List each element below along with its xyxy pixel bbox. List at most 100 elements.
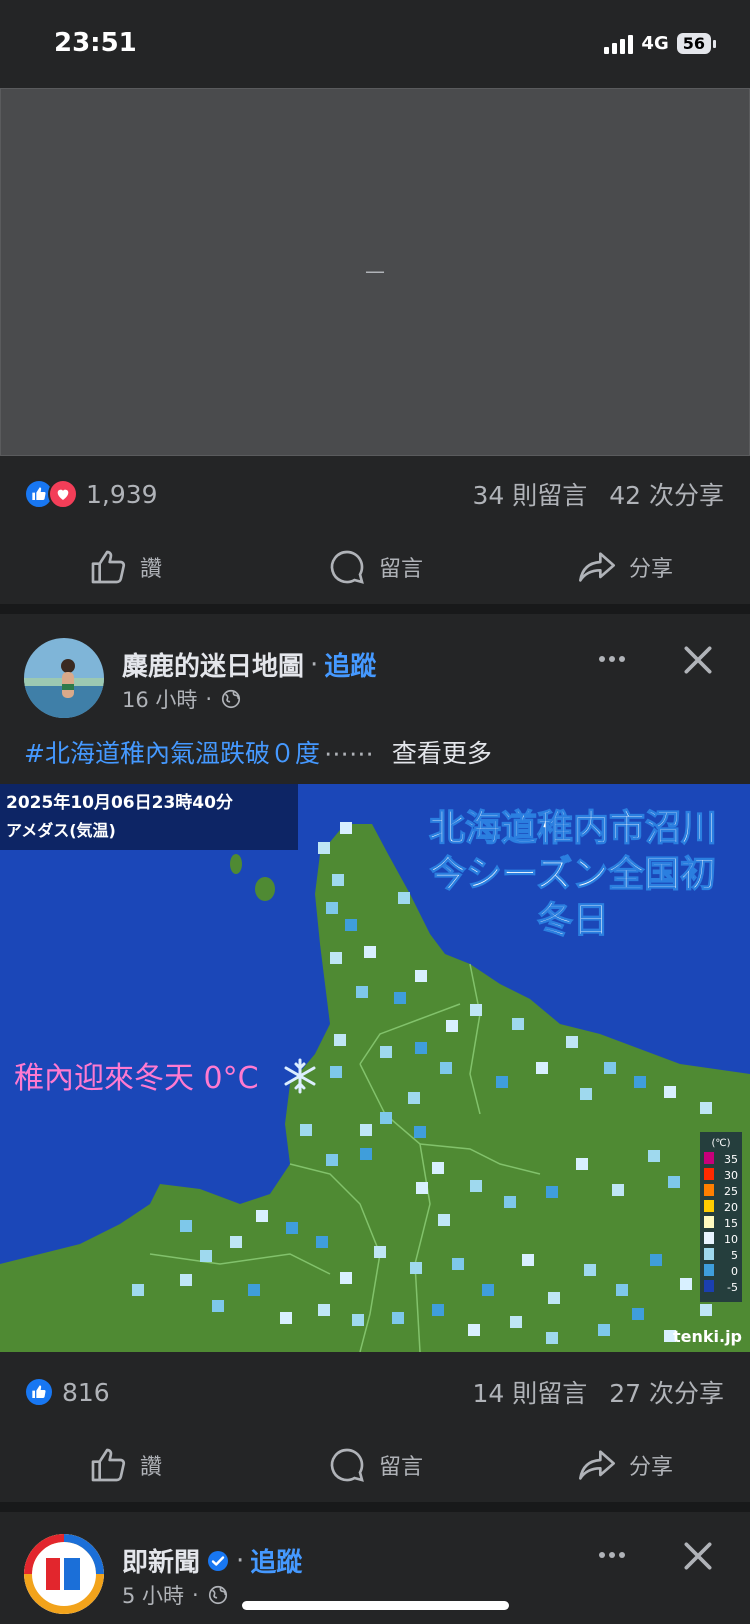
station-marker: [410, 1262, 422, 1274]
post3-author-name[interactable]: 即新聞: [122, 1542, 200, 1579]
station-marker: [300, 1124, 312, 1136]
like-label: 讚: [139, 1455, 162, 1480]
post2-follow-button[interactable]: 追蹤: [324, 646, 376, 683]
station-marker: [392, 1312, 404, 1324]
station-marker: [330, 1066, 342, 1078]
legend-label: 15: [724, 1217, 738, 1230]
post2-meta: 16 小時 ·: [122, 684, 242, 714]
station-marker: [584, 1264, 596, 1276]
map-headline-line-1: 北海道稚内市沼川: [429, 808, 717, 849]
post1-comment-button[interactable]: 留言: [250, 547, 500, 587]
map-headline-line-2: 今シーズン全国初: [430, 853, 716, 895]
station-marker: [360, 1124, 372, 1136]
battery-icon: 56: [676, 33, 716, 54]
globe-icon: [208, 1585, 227, 1605]
comment-label: 留言: [378, 557, 423, 582]
share-label: 分享: [628, 1455, 673, 1480]
post2-reactions[interactable]: 816: [24, 1377, 110, 1407]
post1-share-count[interactable]: 42 次分享: [609, 476, 724, 512]
station-marker: [318, 1304, 330, 1316]
status-indicators: 4G 56: [604, 33, 716, 54]
map-credit: tenki.jp: [673, 1327, 742, 1346]
post2-close-icon[interactable]: [678, 640, 718, 680]
post3-more-options-button[interactable]: [590, 1540, 634, 1570]
thumbs-up-icon: [91, 550, 126, 584]
separator-dot: ·: [236, 1545, 245, 1576]
station-marker: [616, 1284, 628, 1296]
status-bar: 23:51 4G 56: [0, 0, 750, 88]
post1-share-button[interactable]: 分享: [500, 547, 750, 587]
post2-action-row: 讚 留言 分享: [0, 1433, 750, 1497]
post1-reactions[interactable]: 1,939: [24, 479, 158, 509]
legend-swatch: [704, 1168, 714, 1180]
post1-like-button[interactable]: 讚: [0, 547, 250, 587]
post2-share-button[interactable]: 分享: [500, 1445, 750, 1485]
station-marker: [634, 1076, 646, 1088]
post2-avatar[interactable]: [24, 638, 104, 718]
verified-badge-icon: [208, 1550, 229, 1571]
share-icon: [578, 1450, 615, 1480]
post2-see-more-link[interactable]: 查看更多: [392, 739, 492, 768]
love-reaction-icon: [48, 479, 78, 509]
post2-ellipsis: ⋯⋯: [323, 739, 374, 768]
map-headline-line-3: 冬日: [537, 900, 609, 941]
globe-icon: [222, 689, 241, 709]
map-timestamp: 2025年10月06日23時40分: [6, 792, 233, 813]
station-marker: [566, 1036, 578, 1048]
feed-separator: [0, 604, 750, 614]
station-marker: [632, 1308, 644, 1320]
station-marker: [415, 970, 427, 982]
station-marker: [612, 1184, 624, 1196]
station-marker: [668, 1176, 680, 1188]
photo-placeholder-label: —: [365, 259, 385, 283]
post3-meta: 5 小時 ·: [122, 1580, 229, 1610]
post-photo-placeholder[interactable]: —: [0, 88, 750, 456]
post2-comment-button[interactable]: 留言: [250, 1445, 500, 1485]
separator-dot: ·: [310, 649, 319, 680]
station-marker: [212, 1300, 224, 1312]
legend-label: 25: [724, 1185, 738, 1198]
station-marker: [700, 1304, 712, 1316]
feed-separator: [0, 1502, 750, 1512]
station-marker: [512, 1018, 524, 1030]
home-indicator[interactable]: [242, 1601, 509, 1610]
station-marker: [504, 1196, 516, 1208]
post1-reaction-row: 1,939 34 則留言 42 次分享: [24, 474, 724, 514]
station-marker: [200, 1250, 212, 1262]
comment-label: 留言: [378, 1455, 423, 1480]
post3-avatar[interactable]: [24, 1534, 104, 1614]
separator-dot: ·: [205, 687, 213, 711]
station-marker: [510, 1316, 522, 1328]
station-marker: [326, 1154, 338, 1166]
station-marker: [318, 842, 330, 854]
post2-like-button[interactable]: 讚: [0, 1445, 250, 1485]
legend-swatch: [704, 1200, 714, 1212]
legend-swatch: [704, 1264, 714, 1276]
post2-hashtag[interactable]: #北海道稚內氣溫跌破０度: [24, 739, 320, 768]
post2-comment-count[interactable]: 14 則留言: [472, 1374, 587, 1410]
station-marker: [580, 1088, 592, 1100]
post1-comment-count[interactable]: 34 則留言: [472, 476, 587, 512]
post2-weather-map[interactable]: 2025年10月06日23時40分 アメダス(気温) 北海道稚内市沼川 今シーズ…: [0, 784, 750, 1352]
station-marker: [598, 1324, 610, 1336]
station-marker: [330, 952, 342, 964]
station-marker: [364, 946, 376, 958]
like-reaction-icon: [24, 1377, 54, 1407]
station-marker: [446, 1020, 458, 1032]
legend-label: -5: [727, 1281, 738, 1294]
station-marker: [380, 1046, 392, 1058]
post3-close-icon[interactable]: [678, 1536, 718, 1576]
station-marker: [522, 1254, 534, 1266]
post3-timestamp[interactable]: 5 小時: [122, 1580, 184, 1610]
station-marker: [415, 1042, 427, 1054]
comment-icon: [330, 1448, 364, 1482]
station-marker: [394, 992, 406, 1004]
post2-timestamp[interactable]: 16 小時: [122, 684, 197, 714]
station-marker: [452, 1258, 464, 1270]
rebun-island: [230, 854, 242, 874]
post2-more-options-button[interactable]: [590, 644, 634, 674]
legend-swatch: [704, 1232, 714, 1244]
post2-author-name[interactable]: 麋鹿的迷日地圖: [122, 646, 304, 683]
post2-share-count[interactable]: 27 次分享: [609, 1374, 724, 1410]
post3-follow-button[interactable]: 追蹤: [250, 1542, 302, 1579]
